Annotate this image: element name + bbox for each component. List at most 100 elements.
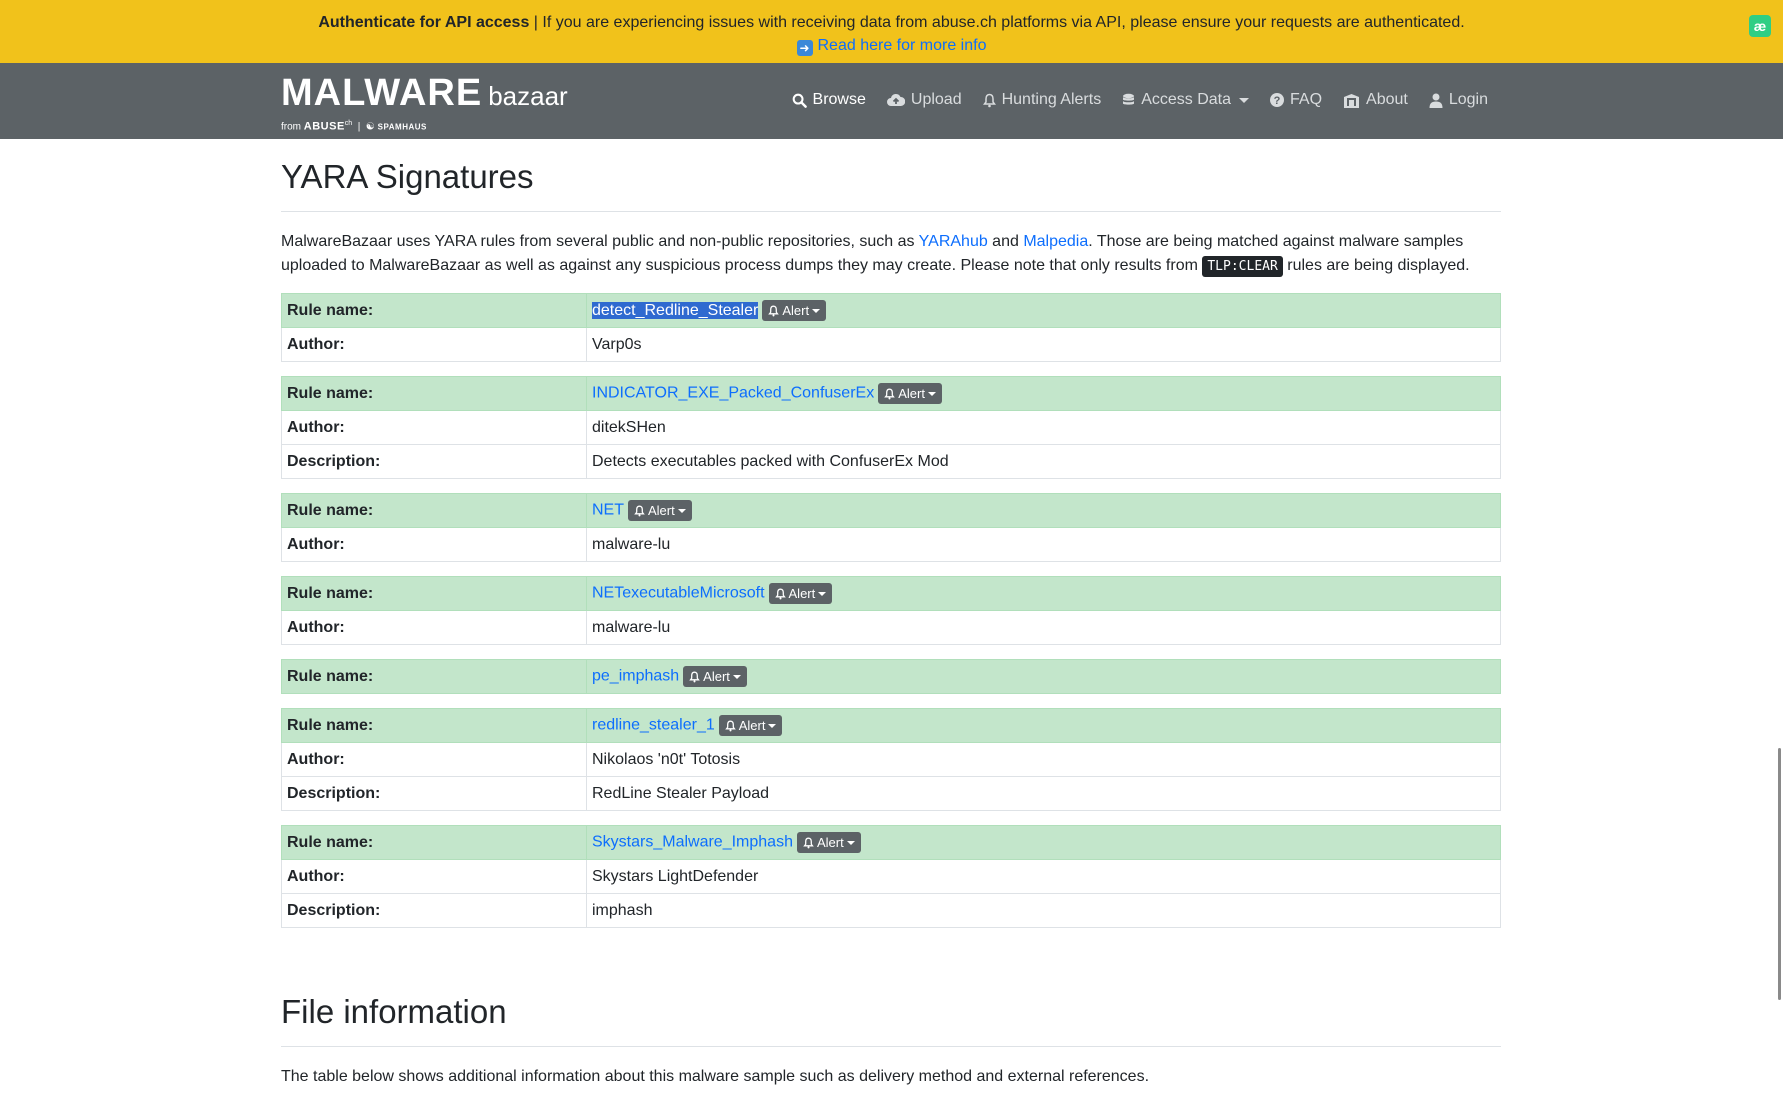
rule-name-link[interactable]: NET: [592, 502, 624, 519]
rule-name-link[interactable]: Skystars_Malware_Imphash: [592, 834, 793, 851]
alert-button-label: Alert: [898, 386, 925, 401]
banner-link-line: ➜ Read here for more info: [0, 34, 1783, 57]
svg-text:?: ?: [1274, 95, 1281, 107]
scrollbar-thumb[interactable]: [1778, 748, 1781, 1000]
logo-small-text: bazaar: [488, 81, 568, 111]
rule-name-label: Rule name:: [281, 376, 587, 411]
bell-icon: [884, 388, 895, 399]
bell-icon: [774, 588, 786, 599]
nav-about[interactable]: About: [1343, 91, 1408, 109]
alert-button-label: Alert: [788, 586, 816, 601]
rule-name-label: Rule name:: [281, 293, 587, 328]
rule-name-link[interactable]: redline_stealer_1: [592, 717, 715, 734]
divider: [281, 211, 1501, 212]
rule-name-row: Rule name: Skystars_Malware_Imphash Alert: [281, 825, 1501, 860]
description-value: Detects executables packed with Confuser…: [586, 444, 1501, 479]
bell-icon: [768, 305, 780, 316]
chevron-down-icon: [818, 591, 827, 596]
nav-upload[interactable]: Upload: [886, 91, 962, 109]
nav-browse-label: Browse: [812, 91, 866, 108]
malwarebazaar-logo[interactable]: MALWARE bazaar from ABUSEch | ☯ SPAMHAUS: [281, 72, 568, 132]
top-navbar: MALWARE bazaar from ABUSEch | ☯ SPAMHAUS …: [0, 63, 1783, 139]
chevron-down-icon: [1239, 97, 1250, 103]
author-value: Nikolaos 'n0t' Totosis: [586, 742, 1501, 777]
rule-description-row: Description: Detects executables packed w…: [281, 444, 1501, 479]
rule-name-link[interactable]: NETexecutableMicrosoft: [592, 585, 765, 602]
yarahub-link[interactable]: YARAhub: [919, 233, 988, 250]
bell-icon: [689, 671, 700, 682]
search-icon: [792, 93, 807, 108]
nav-faq[interactable]: ? FAQ: [1270, 91, 1322, 109]
banner-more-info-link[interactable]: Read here for more info: [818, 37, 987, 54]
banner-message-line: Authenticate for API access | If you are…: [0, 11, 1783, 34]
building-icon: [1344, 93, 1360, 108]
yara-rule-table: Rule name: redline_stealer_1 Alert Author: N…: [281, 708, 1501, 811]
rule-name-link[interactable]: INDICATOR_EXE_Packed_ConfuserEx: [592, 385, 874, 402]
nav-login[interactable]: Login: [1429, 91, 1488, 109]
rule-name-cell: pe_imphash Alert: [586, 659, 1501, 694]
author-value: malware-lu: [586, 610, 1501, 645]
chevron-down-icon: [677, 508, 686, 513]
alert-dropdown-button[interactable]: Alert: [683, 666, 747, 687]
api-auth-banner: Authenticate for API access | If you are…: [0, 0, 1783, 63]
browser-extension-icon[interactable]: æ: [1749, 15, 1771, 37]
yara-rule-table: Rule name: pe_imphash Alert: [281, 659, 1501, 694]
rule-name-cell: detect_Redline_Stealer Alert: [586, 293, 1501, 328]
rule-name-cell: Skystars_Malware_Imphash Alert: [586, 825, 1501, 860]
logo-from: from: [281, 121, 301, 133]
nav-about-label: About: [1366, 91, 1408, 108]
banner-title: Authenticate for API access: [318, 14, 530, 31]
author-value: ditekSHen: [586, 410, 1501, 445]
rule-name-row: Rule name: INDICATOR_EXE_Packed_ConfuserE…: [281, 376, 1501, 411]
author-value: Skystars LightDefender: [586, 859, 1501, 894]
rule-name-cell: redline_stealer_1 Alert: [586, 708, 1501, 743]
rule-name-row: Rule name: detect_Redline_Stealer Alert: [281, 293, 1501, 328]
nav-access-data[interactable]: Access Data: [1122, 91, 1250, 109]
alert-button-label: Alert: [738, 718, 766, 733]
alert-dropdown-button[interactable]: Alert: [878, 383, 942, 404]
user-icon: [1429, 93, 1443, 108]
logo-main-text: MALWARE: [281, 72, 483, 114]
bell-icon: [803, 837, 814, 848]
chevron-down-icon: [927, 391, 936, 396]
spamhaus-icon: ☯: [365, 121, 375, 133]
arrow-right-icon: ➜: [796, 40, 813, 56]
rule-name-link[interactable]: pe_imphash: [592, 668, 679, 685]
malpedia-link[interactable]: Malpedia: [1023, 233, 1088, 250]
yara-rule-table: Rule name: INDICATOR_EXE_Packed_ConfuserE…: [281, 376, 1501, 479]
description-value: RedLine Stealer Payload: [586, 776, 1501, 811]
rule-name-cell: NET Alert: [586, 493, 1501, 528]
description-label: Description:: [281, 893, 587, 928]
alert-dropdown-button[interactable]: Alert: [718, 715, 783, 736]
bell-icon: [724, 720, 736, 731]
rule-name-label: Rule name:: [281, 576, 587, 611]
author-label: Author:: [281, 859, 587, 894]
rule-author-row: Author: ditekSHen: [281, 410, 1501, 445]
author-label: Author:: [281, 327, 587, 362]
nav-hunting-alerts[interactable]: Hunting Alerts: [982, 91, 1101, 109]
main-content: YARA Signatures MalwareBazaar uses YARA …: [281, 139, 1501, 1089]
alert-button-label: Alert: [703, 669, 730, 684]
banner-message: | If you are experiencing issues with re…: [529, 14, 1465, 31]
rule-name-label: Rule name:: [281, 708, 587, 743]
nav-upload-label: Upload: [910, 91, 962, 108]
yara-heading: YARA Signatures: [281, 158, 534, 195]
yara-rule-table: Rule name: NETexecutableMicrosoft Alert Aut…: [281, 576, 1501, 645]
rule-name-link[interactable]: detect_Redline_Stealer: [592, 301, 759, 319]
alert-dropdown-button[interactable]: Alert: [796, 832, 861, 853]
yara-intro: MalwareBazaar uses YARA rules from sever…: [281, 230, 1501, 279]
alert-dropdown-button[interactable]: Alert: [762, 300, 827, 321]
description-value: imphash: [586, 893, 1501, 928]
rule-name-cell: NETexecutableMicrosoft Alert: [586, 576, 1501, 611]
rule-name-label: Rule name:: [281, 825, 587, 860]
rule-name-row: Rule name: NET Alert: [281, 493, 1501, 528]
alert-dropdown-button[interactable]: Alert: [628, 500, 692, 521]
alert-dropdown-button[interactable]: Alert: [768, 583, 833, 604]
nav-access-data-label: Access Data: [1141, 91, 1232, 108]
nav-browse[interactable]: Browse: [792, 91, 866, 109]
main-nav: Browse Upload Hunting Alerts Access Data…: [771, 91, 1488, 109]
rule-name-row: Rule name: redline_stealer_1 Alert: [281, 708, 1501, 743]
author-label: Author:: [281, 610, 587, 645]
yara-rule-table: Rule name: NET Alert Author: malware-lu: [281, 493, 1501, 562]
author-label: Author:: [281, 410, 587, 445]
